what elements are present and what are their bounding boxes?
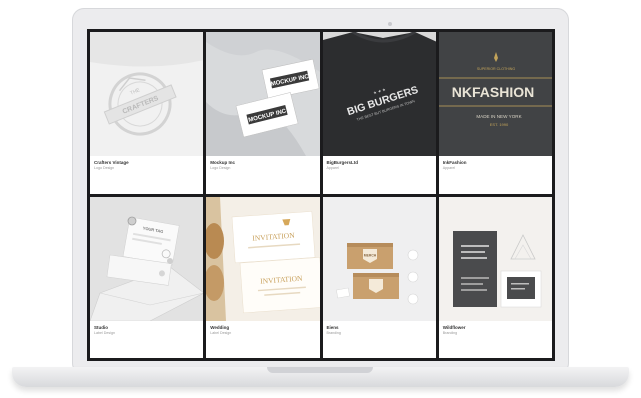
tile-thumbnail[interactable]: THE CRAFTERS [90, 32, 204, 156]
tile-category: Logo Design [210, 166, 231, 170]
camera-icon [388, 22, 392, 26]
tile-category: Logo Design [94, 166, 115, 170]
tile-caption: Mockup Inc Logo Design [210, 160, 317, 171]
tile-thumbnail[interactable]: INVITATION INVITATION [206, 196, 320, 321]
tile-category: Label Design [94, 330, 115, 335]
portfolio-tile[interactable]: MERCH Eiens Branding [322, 196, 436, 358]
tile-category: Branding [442, 330, 458, 335]
tile-caption: Crafters Vintage Logo Design [94, 160, 201, 171]
tile-thumbnail[interactable]: ★ ★ ★ BIG BURGERS THE BEST BUT BURGERS I… [322, 32, 436, 156]
tile-category: Branding [326, 330, 341, 335]
tile-category: Apparel [442, 166, 456, 170]
portfolio-grid: THE CRAFTERS Crafters Vintage Logo Desig… [90, 32, 552, 358]
tile-thumbnail[interactable]: MOCKUP INC MOCKUP INC [206, 32, 320, 156]
tile-caption: Wedding Label Design [210, 325, 317, 336]
tile-thumbnail[interactable] [438, 196, 552, 321]
tile-thumbnail[interactable]: YOUR TAG [90, 196, 204, 321]
portfolio-tile[interactable]: ★ ★ ★ BIG BURGERS THE BEST BUT BURGERS I… [322, 32, 436, 194]
portfolio-tile[interactable]: SUPERIOR CLOTHING NKFASHION MADE IN NEW … [438, 32, 552, 194]
tile-thumbnail[interactable]: SUPERIOR CLOTHING NKFASHION MADE IN NEW … [438, 32, 552, 156]
box-badge: MERCH [363, 253, 376, 257]
tile-caption: BigBurgersLtd Apparel [327, 160, 434, 171]
portfolio-tile[interactable]: INVITATION INVITATION Wedding Label Desi… [206, 196, 320, 358]
brand-origin: MADE IN NEW YORK [476, 114, 522, 119]
portfolio-tile[interactable]: THE CRAFTERS Crafters Vintage Logo Desig… [90, 32, 204, 194]
tile-category: Label Design [210, 330, 232, 335]
brand-name: NKFASHION [452, 84, 534, 100]
laptop-notch [267, 367, 373, 373]
laptop-screen: THE CRAFTERS Crafters Vintage Logo Desig… [87, 29, 555, 361]
tile-caption: Studio Label Design [94, 325, 201, 336]
tile-category: Apparel [326, 166, 339, 170]
tile-caption: Eiens Branding [327, 325, 434, 336]
portfolio-tile[interactable]: YOUR TAG Studio Label Design [90, 196, 204, 358]
portfolio-tile[interactable]: Wildflower Branding [438, 196, 552, 358]
brand-est: EST. 1990 [490, 122, 509, 127]
tile-thumbnail[interactable]: MERCH [322, 196, 436, 321]
tile-caption: InkFashion Apparel [443, 160, 550, 171]
tile-caption: Wildflower Branding [443, 325, 550, 336]
portfolio-tile[interactable]: MOCKUP INC MOCKUP INC Mockup Inc Logo De… [206, 32, 320, 194]
brand-tag: SUPERIOR CLOTHING [477, 67, 516, 71]
